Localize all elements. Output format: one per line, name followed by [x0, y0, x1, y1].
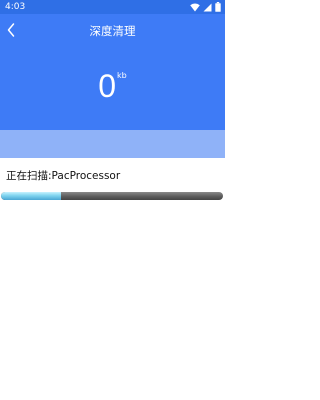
status-bar: 4:03 [0, 0, 225, 14]
signal-icon [203, 3, 212, 11]
cleanup-size-unit: kb [117, 71, 127, 80]
battery-icon [215, 2, 221, 12]
status-icons [190, 0, 221, 14]
header-band [0, 130, 225, 158]
cleanup-size-value: 0 [98, 68, 117, 104]
scan-status-label: 正在扫描:PacProcessor [6, 170, 121, 182]
wifi-icon [190, 3, 200, 11]
cleanup-size-display: 0kb [0, 68, 225, 104]
page-title: 深度清理 [89, 24, 136, 38]
scan-progress-bar [1, 192, 223, 200]
status-time: 4:03 [5, 2, 26, 12]
scan-progress-fill [1, 192, 61, 200]
header: 深度清理 0kb [0, 14, 225, 130]
